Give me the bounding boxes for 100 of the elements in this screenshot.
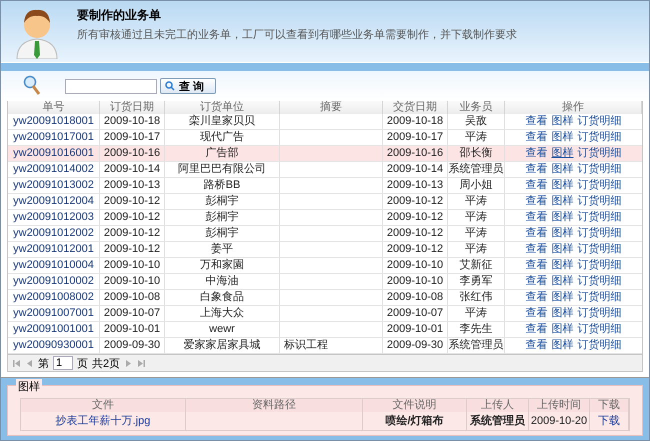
action-link[interactable]: 订货明细 [578, 226, 622, 241]
action-link[interactable]: 图样 [552, 258, 574, 273]
action-link[interactable]: 订货明细 [578, 114, 622, 129]
action-link[interactable]: 订货明细 [578, 194, 622, 209]
column-header: 上传时间 [529, 399, 590, 412]
action-link[interactable]: 查看 [526, 162, 548, 177]
table-cell: 2009-10-12 [100, 242, 165, 257]
action-link[interactable]: 订货明细 [578, 242, 622, 257]
table-row[interactable]: yw20091010002 2009-10-10 中海油 2009-10-10 李勇军 查看 图样 订货明细 [8, 274, 642, 290]
action-link[interactable]: 图样 [552, 162, 574, 177]
action-link[interactable]: 查看 [526, 242, 548, 257]
action-link[interactable]: 图样 [552, 306, 574, 321]
action-link[interactable]: 订货明细 [578, 338, 622, 353]
action-link[interactable]: 图样 [552, 178, 574, 193]
table-row[interactable]: yw20091012004 2009-10-12 彭桐宇 2009-10-12 平涛 查看 图样 订货明细 [8, 194, 642, 210]
action-link[interactable]: 图样 [552, 130, 574, 145]
search-field[interactable] [65, 78, 157, 94]
table-row[interactable]: yw20091010004 2009-10-10 万和家園 2009-10-10 艾新征 查看 图样 订货明细 [8, 258, 642, 274]
table-row[interactable]: yw20091018001 2009-10-18 栾川皇家贝贝 2009-10-18 吴敌 查看 图样 订货明细 [8, 114, 642, 130]
table-cell: yw20090930001 [8, 338, 100, 353]
action-link[interactable]: 查看 [526, 194, 548, 209]
action-link[interactable]: 查看 [526, 210, 548, 225]
action-link[interactable]: 订货明细 [578, 146, 622, 161]
action-link[interactable]: 订货明细 [578, 322, 622, 337]
column-header: 单号 [8, 101, 100, 114]
action-link[interactable]: 订货明细 [578, 178, 622, 193]
file-link[interactable]: 抄表工年薪十万.jpg [21, 412, 186, 430]
action-link[interactable]: 订货明细 [578, 130, 622, 145]
table-row[interactable]: yw20091012003 2009-10-12 彭桐宇 2009-10-12 平涛 查看 图样 订货明细 [8, 210, 642, 226]
table-cell: yw20091008002 [8, 290, 100, 305]
next-page-icon[interactable] [124, 358, 134, 368]
table-cell: 2009-10-10 [383, 274, 448, 289]
action-link[interactable]: 图样 [552, 274, 574, 289]
table-row[interactable]: yw20091014002 2009-10-14 阿里巴巴有限公司 2009-10-14 系统管理员 查看 图样 订货明细 [8, 162, 642, 178]
action-link[interactable]: 订货明细 [578, 274, 622, 289]
action-link[interactable]: 查看 [526, 338, 548, 353]
table-cell: 标识工程 [280, 338, 383, 353]
action-link[interactable]: 图样 [552, 338, 574, 353]
table-cell: 2009-10-07 [383, 306, 448, 321]
table-cell: 路桥BB [165, 178, 280, 193]
table-row[interactable]: yw20090930001 2009-09-30 爱家家居家具城 标识工程 2009-09-30 系统管理员 查看 图样 订货明细 [8, 338, 642, 354]
action-link[interactable]: 查看 [526, 114, 548, 129]
action-link[interactable]: 查看 [526, 226, 548, 241]
table-cell: 2009-10-12 [383, 226, 448, 241]
column-header: 订货日期 [100, 101, 165, 114]
last-page-icon[interactable] [137, 358, 146, 368]
column-header: 资料路径 [186, 399, 363, 412]
action-link[interactable]: 订货明细 [578, 210, 622, 225]
table-row[interactable]: yw20091017001 2009-10-17 现代广告 2009-10-17 平涛 查看 图样 订货明细 [8, 130, 642, 146]
action-link[interactable]: 查看 [526, 146, 548, 161]
action-link[interactable]: 图样 [552, 322, 574, 337]
table-cell: yw20091014002 [8, 162, 100, 177]
action-link[interactable]: 订货明细 [578, 162, 622, 177]
table-cell: 2009-10-16 [100, 146, 165, 161]
column-header: 文件 [21, 399, 186, 412]
table-row[interactable]: yw20091012002 2009-10-12 彭桐宇 2009-10-12 平涛 查看 图样 订货明细 [8, 226, 642, 242]
table-cell: 2009-10-12 [100, 194, 165, 209]
table-row[interactable]: yw20091012001 2009-10-12 姜平 2009-10-12 平涛 查看 图样 订货明细 [8, 242, 642, 258]
action-link[interactable]: 订货明细 [578, 290, 622, 305]
action-link[interactable]: 查看 [526, 290, 548, 305]
action-link[interactable]: 图样 [552, 194, 574, 209]
table-cell: 上海大众 [165, 306, 280, 321]
table-row[interactable]: yw20091008002 2009-10-08 白象食品 2009-10-08 张红伟 查看 图样 订货明细 [8, 290, 642, 306]
table-cell: 2009-10-08 [383, 290, 448, 305]
action-link[interactable]: 查看 [526, 178, 548, 193]
action-link[interactable]: 查看 [526, 258, 548, 273]
download-link[interactable]: 下载 [590, 412, 629, 430]
table-cell: 平涛 [448, 242, 505, 257]
table-cell: 彭桐宇 [165, 210, 280, 225]
table-cell: 2009-10-12 [100, 210, 165, 225]
page-field[interactable]: 1 [53, 356, 73, 370]
action-link[interactable]: 图样 [552, 146, 574, 161]
action-link[interactable]: 查看 [526, 322, 548, 337]
table-cell: 姜平 [165, 242, 280, 257]
action-link[interactable]: 订货明细 [578, 258, 622, 273]
table-row[interactable]: yw20091007001 2009-10-07 上海大众 2009-10-07 平涛 查看 图样 订货明细 [8, 306, 642, 322]
table-cell: 阿里巴巴有限公司 [165, 162, 280, 177]
search-button[interactable]: 查 询 [160, 78, 216, 94]
first-page-icon[interactable] [12, 358, 21, 368]
action-link[interactable]: 查看 [526, 274, 548, 289]
table-cell: yw20091010002 [8, 274, 100, 289]
table-cell: 2009-10-13 [100, 178, 165, 193]
table-row[interactable]: yw20091016001 2009-10-16 广告部 2009-10-16 邵长衡 查看 图样 订货明细 [8, 146, 642, 162]
action-link[interactable]: 查看 [526, 130, 548, 145]
table-cell: 系统管理员 [448, 338, 505, 353]
previous-page-icon[interactable] [25, 358, 34, 368]
action-link[interactable]: 图样 [552, 210, 574, 225]
action-link[interactable]: 订货明细 [578, 306, 622, 321]
action-link[interactable]: 图样 [552, 226, 574, 241]
action-link[interactable]: 查看 [526, 306, 548, 321]
table-cell: 2009-10-17 [100, 130, 165, 145]
action-link[interactable]: 图样 [552, 290, 574, 305]
table-cell: 2009-10-07 [100, 306, 165, 321]
table-row[interactable]: yw20091013002 2009-10-13 路桥BB 2009-10-13 周小姐 查看 图样 订货明细 [8, 178, 642, 194]
action-link[interactable]: 图样 [552, 114, 574, 129]
table-cell: 2009-10-18 [383, 114, 448, 129]
table-cell: yw20091007001 [8, 306, 100, 321]
action-link[interactable]: 图样 [552, 242, 574, 257]
table-row[interactable]: yw20091001001 2009-10-01 wewr 2009-10-01 李先生 查看 图样 订货明细 [8, 322, 642, 338]
page-total: 共2页 [92, 356, 120, 370]
